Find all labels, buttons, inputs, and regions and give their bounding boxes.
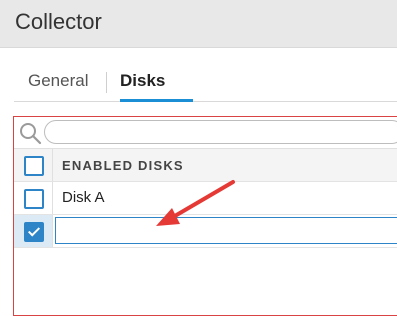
column-header-enabled-disks[interactable]: ENABLED DISKS xyxy=(62,158,184,173)
tab-bar: General Disks xyxy=(14,60,397,102)
disk-name: Disk A xyxy=(62,189,105,206)
tab-general[interactable]: General xyxy=(28,71,88,91)
row-checkbox-checked[interactable] xyxy=(24,222,44,242)
tab-disks[interactable]: Disks xyxy=(120,71,165,91)
row-checkbox[interactable] xyxy=(24,189,44,209)
window-title: Collector xyxy=(15,9,102,34)
search-icon[interactable] xyxy=(18,121,42,145)
search-input[interactable] xyxy=(44,120,397,144)
header-checkbox-cell xyxy=(14,149,53,181)
title-bar: Collector xyxy=(0,0,397,48)
row-checkbox-cell xyxy=(14,215,53,247)
active-tab-indicator xyxy=(120,99,193,102)
tab-separator xyxy=(106,72,107,93)
annotation-arrow-icon xyxy=(156,180,235,226)
select-all-checkbox[interactable] xyxy=(24,156,44,176)
row-checkbox-cell xyxy=(14,182,53,214)
